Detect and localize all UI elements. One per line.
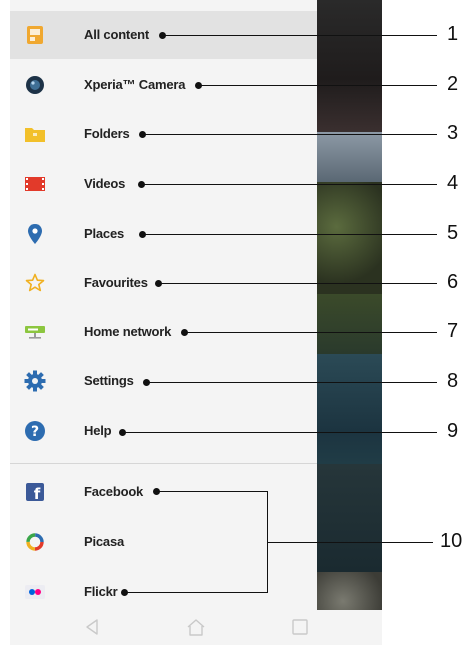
menu-item-label: All content — [84, 27, 149, 42]
menu-item-label: Flickr — [84, 584, 118, 599]
callout-line — [162, 35, 437, 36]
menu-item-label: Help — [84, 423, 112, 438]
menu-item-label: Favourites — [84, 275, 148, 290]
callout-line — [142, 134, 437, 135]
callout-line — [184, 332, 437, 333]
callout-line — [122, 432, 437, 433]
system-navigation-bar — [10, 610, 382, 645]
folder-icon — [24, 123, 46, 145]
menu-item-label: Picasa — [84, 534, 125, 549]
callout-line — [142, 234, 437, 235]
phone-screen: All content Xperia™ Camera Folders Video… — [10, 0, 382, 645]
menu-item-label: Xperia™ Camera — [84, 77, 186, 92]
callout-line — [124, 592, 268, 593]
flickr-icon — [24, 581, 46, 603]
all-content-icon — [24, 24, 46, 46]
callout-line — [267, 542, 433, 543]
menu-item-label: Folders — [84, 126, 130, 141]
callout-number: 6 — [447, 271, 459, 293]
svg-text:?: ? — [31, 424, 39, 440]
album-grid-background — [317, 0, 382, 645]
home-network-icon — [24, 321, 46, 343]
camera-icon — [24, 74, 46, 96]
callout-line — [198, 85, 437, 86]
callout-line — [158, 283, 437, 284]
photo-thumbnail[interactable] — [317, 464, 382, 572]
photo-thumbnail[interactable] — [317, 354, 382, 464]
callout-line — [141, 184, 437, 185]
callout-number: 2 — [447, 73, 459, 95]
menu-item-label: Places — [84, 226, 125, 241]
recent-apps-icon[interactable] — [291, 618, 309, 641]
callout-number: 7 — [447, 320, 459, 342]
photo-thumbnail[interactable] — [317, 182, 382, 294]
back-icon[interactable] — [84, 618, 102, 641]
photo-thumbnail[interactable] — [317, 294, 382, 354]
menu-item-label: Home network — [84, 324, 172, 339]
menu-item-label: Videos — [84, 176, 126, 191]
callout-number: 9 — [447, 420, 459, 442]
callout-number: 5 — [447, 222, 459, 244]
help-icon: ? — [24, 420, 46, 442]
callout-number: 10 — [440, 530, 463, 552]
menu-item-settings[interactable]: Settings — [10, 357, 317, 405]
menu-item-label: Settings — [84, 373, 134, 388]
callout-number: 1 — [447, 23, 459, 45]
menu-item-help[interactable]: ? Help — [10, 407, 317, 455]
film-icon — [24, 173, 46, 195]
star-icon — [24, 272, 46, 294]
callout-line — [156, 491, 268, 492]
photo-thumbnail[interactable] — [317, 0, 382, 132]
svg-text:f: f — [34, 485, 41, 502]
callout-number: 3 — [447, 122, 459, 144]
callout-line — [146, 382, 437, 383]
callout-number: 8 — [447, 370, 459, 392]
gear-icon — [24, 370, 46, 392]
facebook-icon: f — [24, 481, 46, 503]
location-pin-icon — [24, 223, 46, 245]
picasa-icon — [24, 531, 46, 553]
home-icon[interactable] — [186, 618, 206, 641]
callout-number: 4 — [447, 172, 459, 194]
menu-divider — [10, 463, 317, 464]
photo-thumbnail[interactable] — [317, 132, 382, 182]
menu-item-label: Facebook — [84, 484, 144, 499]
menu-item-facebook[interactable]: f Facebook — [10, 468, 317, 516]
navigation-drawer: All content Xperia™ Camera Folders Video… — [10, 0, 317, 610]
